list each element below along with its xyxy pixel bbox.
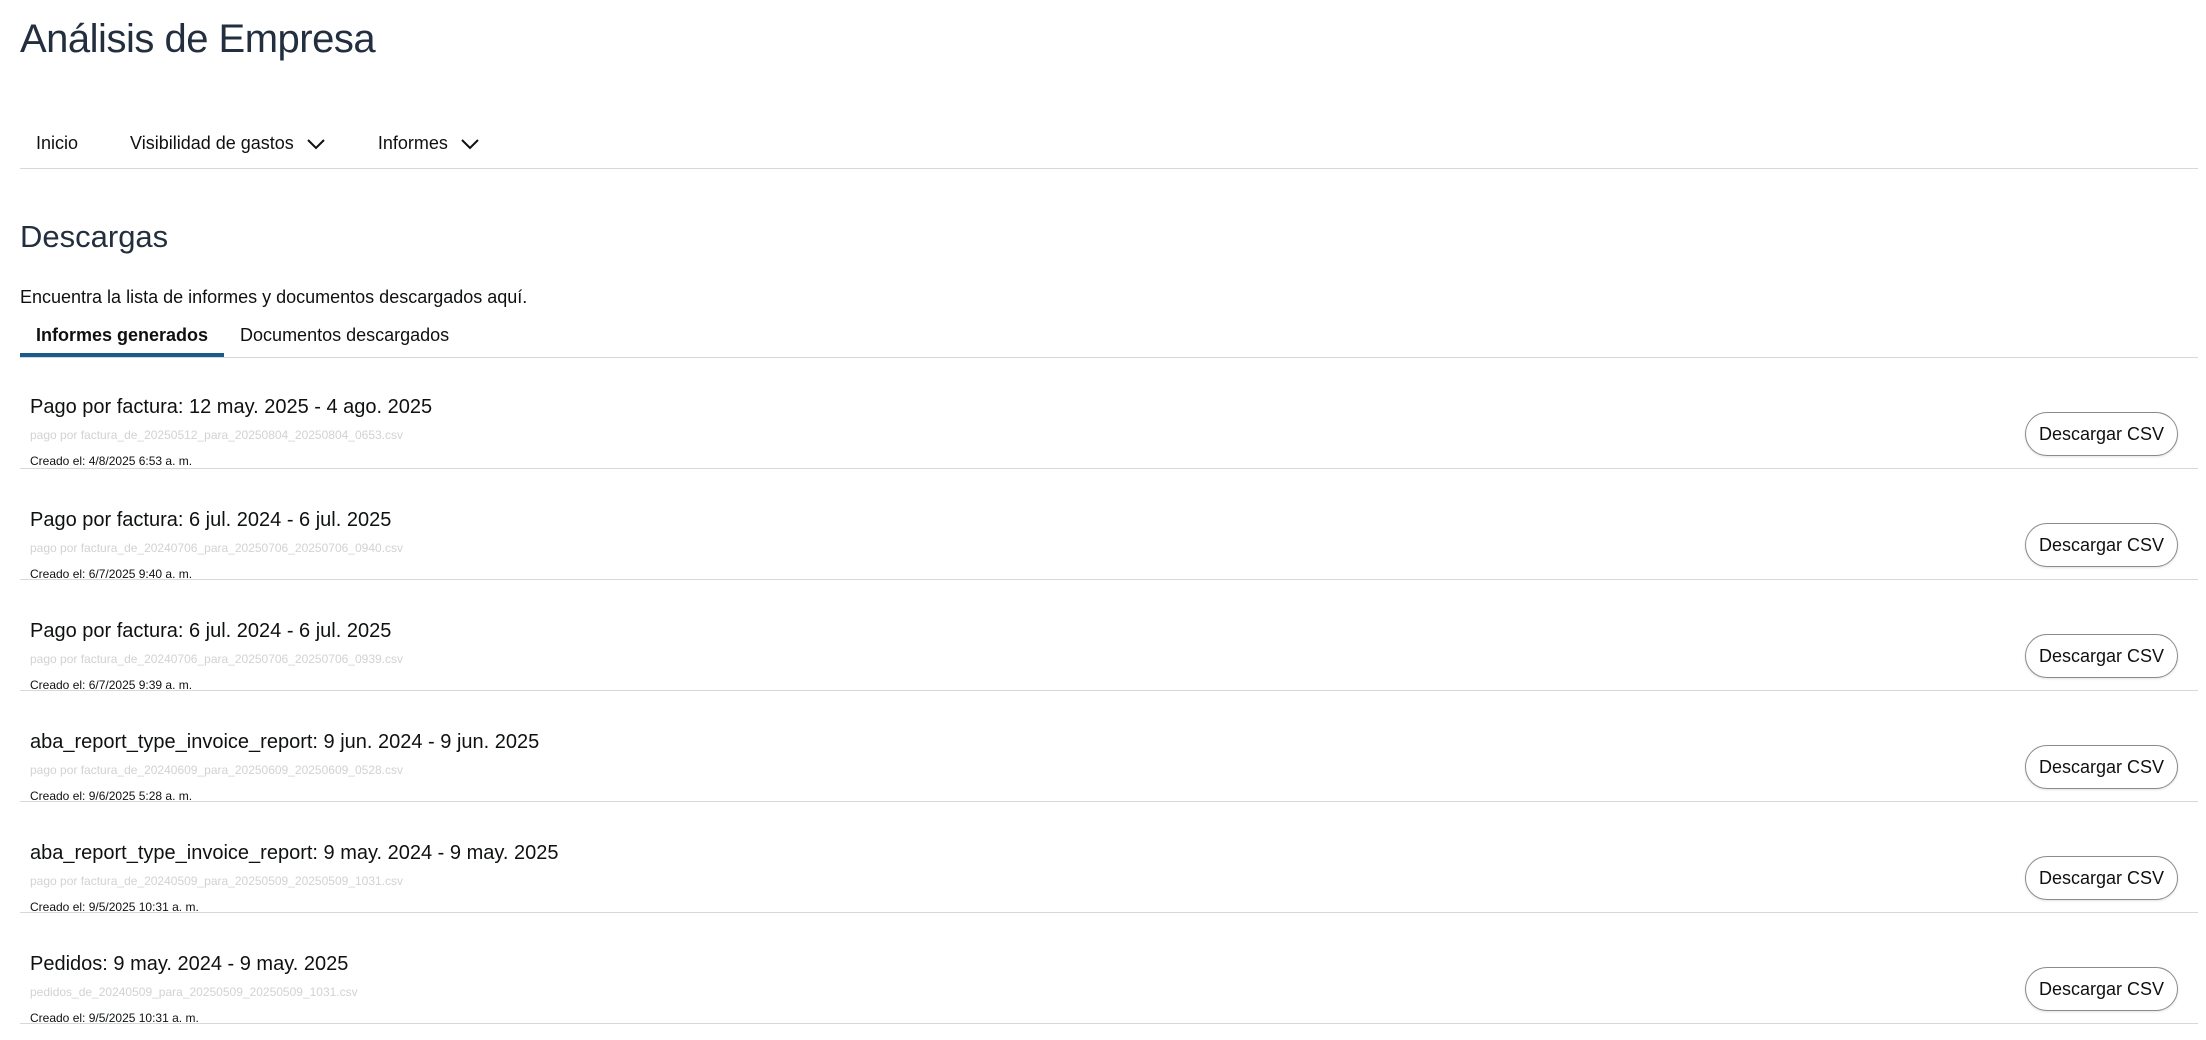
nav-item-label: Visibilidad de gastos: [130, 133, 294, 153]
main-nav: Inicio Visibilidad de gastos Informes: [20, 119, 2198, 169]
report-filename: pago por factura_de_20240706_para_202507…: [30, 541, 404, 555]
report-row: Pago por factura: 12 may. 2025 - 4 ago. …: [20, 358, 2198, 469]
report-row: aba_report_type_invoice_report: 9 jun. 2…: [20, 691, 2198, 803]
download-csv-button[interactable]: Descargar CSV: [2024, 967, 2178, 1011]
download-csv-button[interactable]: Descargar CSV: [2024, 634, 2178, 678]
page-subtitle: Encuentra la lista de informes y documen…: [20, 287, 528, 307]
report-title: Pedidos: 9 may. 2024 - 9 may. 2025: [30, 953, 349, 975]
report-list: Pago por factura: 12 may. 2025 - 4 ago. …: [20, 358, 2198, 1025]
report-filename: pago por factura_de_20240509_para_202505…: [30, 874, 404, 888]
report-title: Pago por factura: 6 jul. 2024 - 6 jul. 2…: [30, 620, 392, 642]
nav-item-inicio[interactable]: Inicio: [20, 119, 94, 168]
report-title: Pago por factura: 6 jul. 2024 - 6 jul. 2…: [30, 509, 392, 531]
page-title: Descargas: [20, 219, 169, 254]
tab-documentos-descargados[interactable]: Documentos descargados: [224, 317, 465, 357]
nav-item-label: Informes: [377, 133, 448, 153]
report-filename: pago por factura_de_20240609_para_202506…: [30, 763, 404, 777]
report-filename: pedidos_de_20240509_para_20250509_202505…: [30, 985, 358, 999]
tab-bar: Informes generados Documentos descargado…: [20, 317, 2198, 358]
download-csv-button[interactable]: Descargar CSV: [2024, 856, 2178, 900]
report-row: Pago por factura: 6 jul. 2024 - 6 jul. 2…: [20, 580, 2198, 692]
report-filename: pago por factura_de_20250512_para_202508…: [30, 428, 404, 442]
report-created-date: Creado el: 9/6/2025 5:28 a. m.: [30, 789, 193, 803]
chevron-down-icon: [460, 138, 480, 150]
report-title: Pago por factura: 12 may. 2025 - 4 ago. …: [30, 396, 433, 418]
report-row: aba_report_type_invoice_report: 9 may. 2…: [20, 802, 2198, 914]
report-created-date: Creado el: 6/7/2025 9:40 a. m.: [30, 567, 193, 581]
report-created-date: Creado el: 9/5/2025 10:31 a. m.: [30, 1011, 199, 1025]
report-created-date: Creado el: 6/7/2025 9:39 a. m.: [30, 678, 193, 692]
report-title: aba_report_type_invoice_report: 9 may. 2…: [30, 842, 559, 864]
report-created-date: Creado el: 4/8/2025 6:53 a. m.: [30, 454, 193, 468]
report-row: Pedidos: 9 may. 2024 - 9 may. 2025 pedid…: [20, 913, 2198, 1025]
nav-item-informes[interactable]: Informes: [362, 119, 496, 168]
report-created-date: Creado el: 9/5/2025 10:31 a. m.: [30, 900, 199, 914]
nav-item-visibilidad-de-gastos[interactable]: Visibilidad de gastos: [114, 119, 342, 168]
tab-informes-generados[interactable]: Informes generados: [20, 317, 225, 357]
app-title: Análisis de Empresa: [20, 17, 376, 61]
nav-item-label: Inicio: [36, 133, 79, 153]
report-filename: pago por factura_de_20240706_para_202507…: [30, 652, 404, 666]
report-row: Pago por factura: 6 jul. 2024 - 6 jul. 2…: [20, 469, 2198, 581]
page: Análisis de Empresa Inicio Visibilidad d…: [0, 0, 2206, 1040]
download-csv-button[interactable]: Descargar CSV: [2024, 412, 2178, 456]
download-csv-button[interactable]: Descargar CSV: [2024, 523, 2178, 567]
chevron-down-icon: [306, 138, 326, 150]
download-csv-button[interactable]: Descargar CSV: [2024, 745, 2178, 789]
report-title: aba_report_type_invoice_report: 9 jun. 2…: [30, 731, 540, 753]
